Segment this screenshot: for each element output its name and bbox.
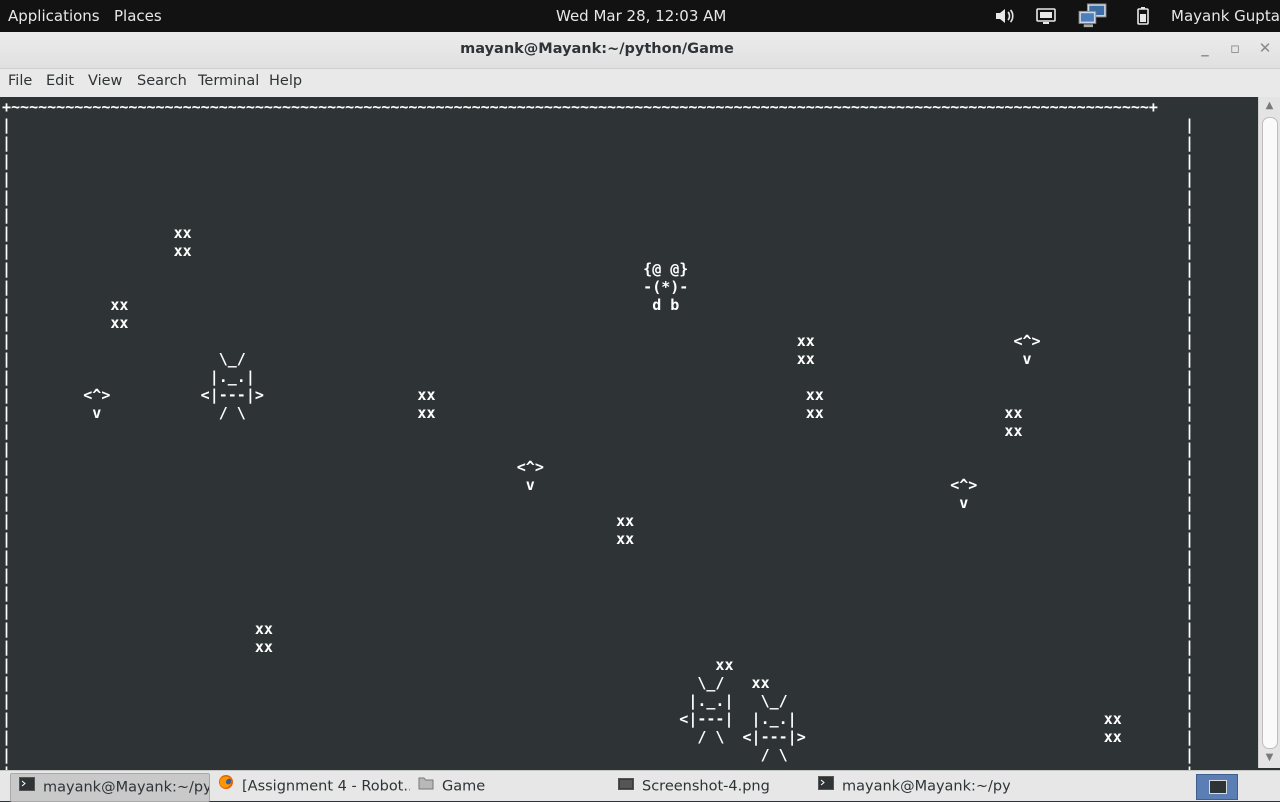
taskbar-item-firefox[interactable]: [Assignment 4 - Robot...	[210, 773, 410, 800]
taskbar-item-label: mayank@Mayank:~/pyt...	[842, 778, 1010, 795]
terminal-icon	[19, 774, 35, 801]
workspace-window-icon	[1209, 780, 1227, 794]
taskbar-item-label: mayank@Mayank:~/py...	[43, 779, 210, 796]
window-title-bar[interactable]: mayank@Mayank:~/python/Game _ ▫ ✕	[0, 32, 1280, 69]
network-icon[interactable]	[1077, 3, 1109, 28]
volume-icon[interactable]	[993, 6, 1015, 26]
scroll-up-icon[interactable]: ▲	[1261, 98, 1278, 114]
maximize-button[interactable]: ▫	[1221, 35, 1249, 61]
taskbar-item-label: Screenshot-4.png	[642, 778, 770, 795]
folder-icon	[418, 773, 434, 800]
minimize-button[interactable]: _	[1191, 35, 1219, 61]
menu-search[interactable]: Search	[137, 73, 187, 89]
terminal-icon	[818, 773, 834, 800]
clock[interactable]: Wed Mar 28, 12:03 AM	[556, 7, 726, 25]
scrollbar[interactable]: ▲ ▼	[1258, 97, 1280, 768]
scroll-down-icon[interactable]: ▼	[1261, 750, 1278, 766]
taskbar-item-game-folder[interactable]: Game	[410, 773, 610, 800]
display-icon[interactable]	[1035, 6, 1057, 26]
scrollbar-thumb[interactable]	[1262, 117, 1278, 749]
battery-icon[interactable]	[1132, 6, 1154, 26]
taskbar-item-screenshot[interactable]: Screenshot-4.png	[610, 773, 810, 800]
menu-help[interactable]: Help	[269, 73, 302, 89]
menu-bar: File Edit View Search Terminal Help	[0, 69, 1280, 97]
terminal-screen: +~~~~~~~~~~~~~~~~~~~~~~~~~~~~~~~~~~~~~~~…	[2, 98, 1195, 800]
workspace-switcher[interactable]	[1196, 774, 1238, 800]
user-menu[interactable]: Mayank Gupta	[1171, 7, 1280, 25]
taskbar: mayank@Mayank:~/py... [Assignment 4 - Ro…	[0, 770, 1280, 802]
menu-file[interactable]: File	[8, 73, 32, 89]
menu-terminal[interactable]: Terminal	[198, 73, 259, 89]
terminal-area[interactable]: +~~~~~~~~~~~~~~~~~~~~~~~~~~~~~~~~~~~~~~~…	[0, 97, 1258, 800]
menu-edit[interactable]: Edit	[46, 73, 74, 89]
places-menu[interactable]: Places	[114, 7, 162, 25]
close-button[interactable]: ✕	[1251, 35, 1279, 61]
window-title: mayank@Mayank:~/python/Game	[460, 41, 734, 57]
top-panel: Applications Places Wed Mar 28, 12:03 AM…	[0, 0, 1280, 32]
taskbar-item-label: [Assignment 4 - Robot...	[242, 778, 410, 795]
applications-menu[interactable]: Applications	[8, 7, 100, 25]
menu-view[interactable]: View	[88, 73, 122, 89]
taskbar-item-terminal-1[interactable]: mayank@Mayank:~/py...	[10, 773, 210, 802]
taskbar-item-label: Game	[442, 778, 486, 795]
image-icon	[618, 773, 634, 800]
taskbar-item-terminal-2[interactable]: mayank@Mayank:~/pyt...	[810, 773, 1010, 800]
firefox-icon	[218, 773, 234, 800]
